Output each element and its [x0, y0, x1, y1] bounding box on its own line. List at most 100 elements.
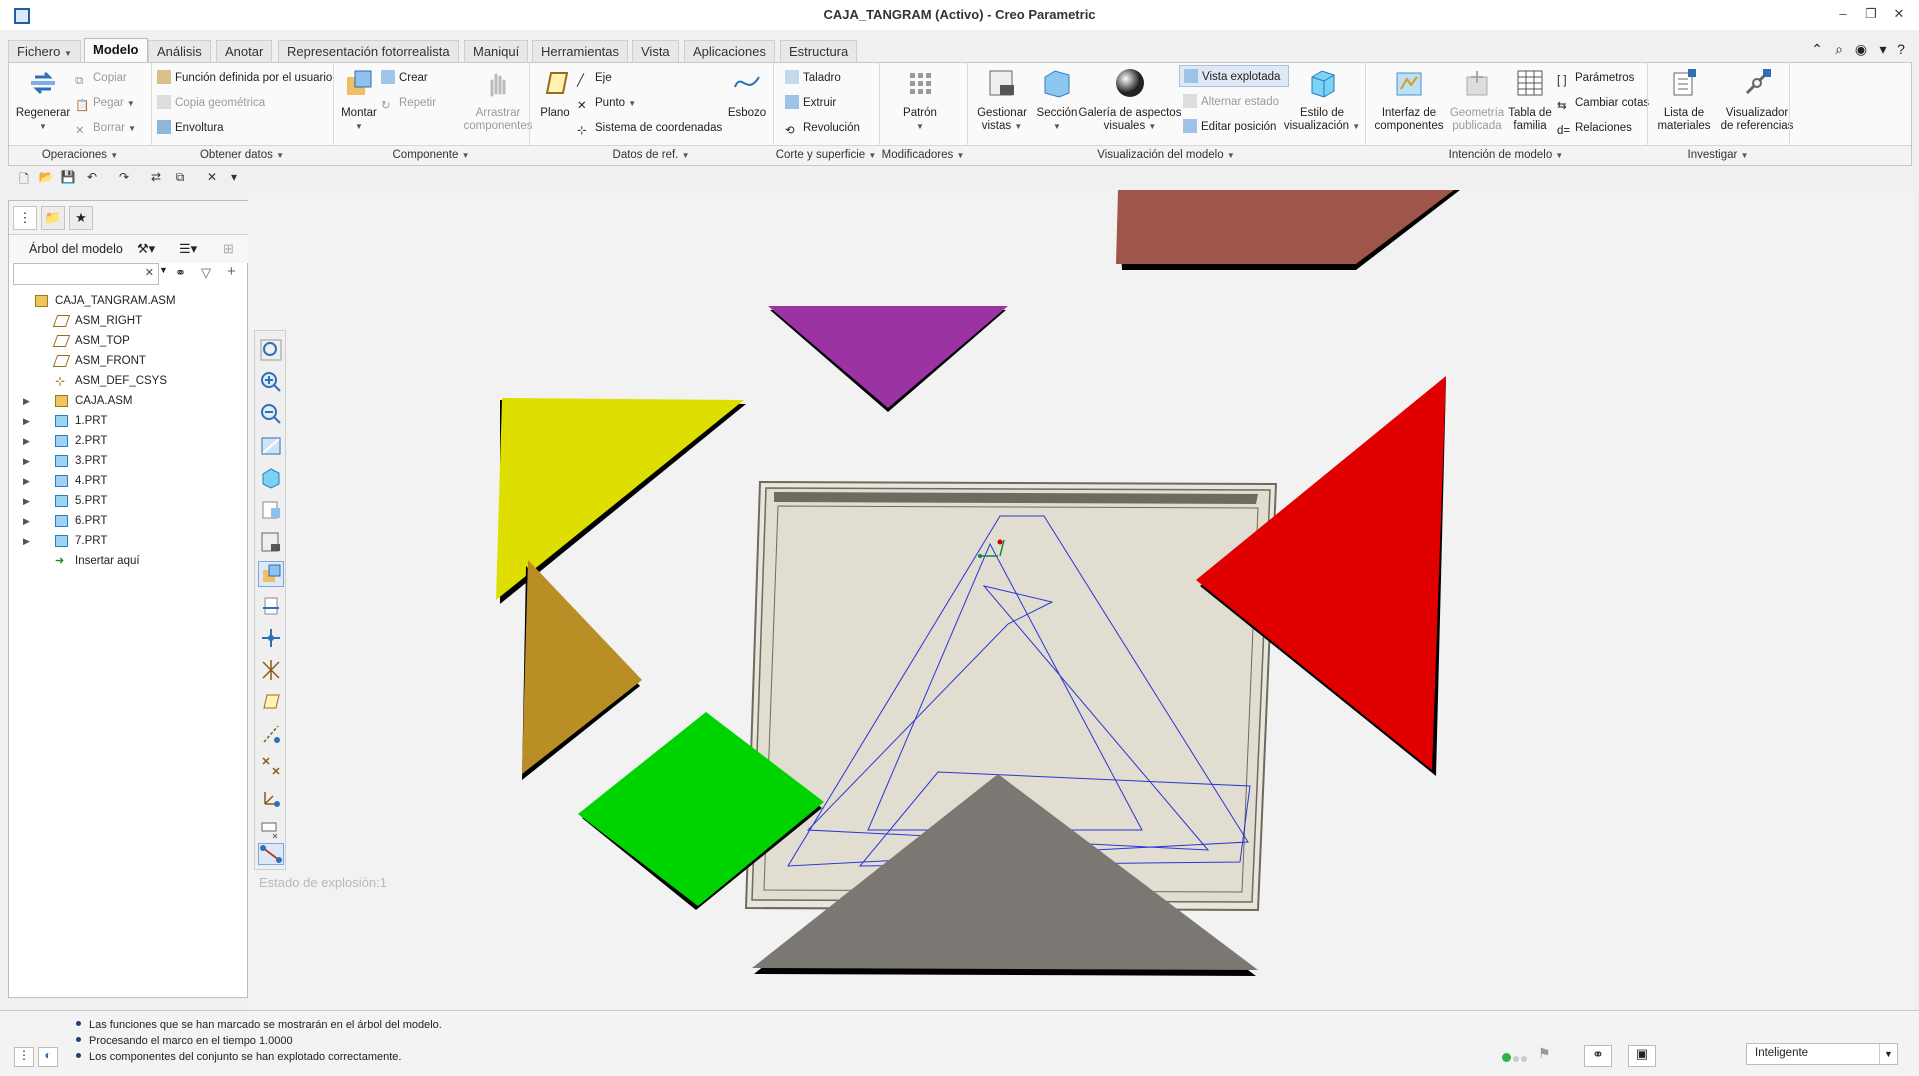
expand-arrow-icon[interactable]: ▶	[23, 391, 30, 411]
search-dropdown-icon[interactable]: ▼	[159, 265, 168, 275]
open-folder-icon[interactable]: 📂	[38, 170, 54, 186]
plano-button[interactable]: Plano	[533, 67, 577, 120]
tree-item[interactable]: CAJA_TANGRAM.ASM	[9, 291, 247, 311]
minimize-icon[interactable]: ‒	[1834, 6, 1852, 24]
tab-estructura[interactable]: Estructura	[780, 40, 858, 62]
borrar-button[interactable]: ✕ Borrar ▼	[75, 119, 136, 137]
tree-filter-icon[interactable]: ⊞	[223, 241, 234, 257]
group-modificadores[interactable]: Modificadores ▼	[879, 149, 967, 161]
expand-arrow-icon[interactable]: ▶	[23, 531, 30, 551]
find-binoculars-icon[interactable]: ⚭	[175, 265, 186, 281]
regenerate-small-icon[interactable]: ⇄	[148, 170, 164, 186]
flag-icon[interactable]: ⚑	[1538, 1045, 1551, 1062]
crear-button[interactable]: Crear	[381, 69, 428, 87]
plane-display-icon[interactable]	[258, 689, 284, 715]
group-operaciones[interactable]: Operaciones ▼	[9, 149, 151, 161]
tree-item[interactable]: ▶ 4.PRT	[9, 471, 247, 491]
csys-display-icon[interactable]	[258, 785, 284, 811]
saved-orientations-icon[interactable]	[258, 497, 284, 523]
pegar-button[interactable]: 📋 Pegar ▼	[75, 94, 135, 112]
relaciones-button[interactable]: d= Relaciones	[1557, 119, 1632, 137]
group-datos-ref[interactable]: Datos de ref. ▼	[529, 149, 773, 161]
show-options-icon[interactable]: ☰▾	[179, 241, 197, 257]
expand-arrow-icon[interactable]: ▶	[23, 511, 30, 531]
parametros-button[interactable]: [ ] Parámetros	[1557, 69, 1634, 87]
lista-materiales-button[interactable]: Lista de materiales	[1649, 67, 1719, 133]
group-visualizacion-modelo[interactable]: Visualización del modelo ▼	[967, 149, 1365, 161]
zoom-out-icon[interactable]	[258, 401, 284, 427]
tree-item[interactable]: ▶ 1.PRT	[9, 411, 247, 431]
add-column-icon[interactable]: +	[227, 263, 236, 280]
extruir-button[interactable]: Extruir	[785, 94, 836, 112]
punto-button[interactable]: ✕ Punto ▼	[577, 94, 636, 112]
filter-icon[interactable]: ▽	[201, 265, 211, 281]
tree-item[interactable]: ▶ 6.PRT	[9, 511, 247, 531]
patron-button[interactable]: Patrón ▼	[889, 67, 951, 133]
windows-icon[interactable]: ⧉	[172, 170, 188, 186]
redo-icon[interactable]: ↷	[116, 170, 132, 186]
dropdown-icon[interactable]: ▾	[1874, 41, 1892, 59]
tab-anotar[interactable]: Anotar	[216, 40, 273, 62]
piece-brown-square[interactable]	[1116, 190, 1460, 270]
tree-item[interactable]: ▶ 2.PRT	[9, 431, 247, 451]
refit-icon[interactable]	[258, 337, 284, 363]
copia-geometrica-button[interactable]: Copia geométrica	[157, 94, 265, 112]
galeria-aspectos-button[interactable]: Galería de aspectos visuales ▼	[1075, 67, 1185, 133]
revolucion-button[interactable]: ⟲ Revolución	[785, 119, 860, 137]
tree-item[interactable]: ▶ CAJA.ASM	[9, 391, 247, 411]
selection-list-icon[interactable]: ▣	[1628, 1045, 1656, 1067]
view-manager-icon[interactable]	[258, 529, 284, 555]
annotation-display-icon[interactable]	[258, 817, 284, 843]
montar-button[interactable]: Montar ▼	[337, 67, 381, 133]
tab-maniqui[interactable]: Maniquí	[464, 40, 529, 62]
spin-center-icon[interactable]	[258, 625, 284, 651]
close-icon[interactable]: ✕	[1890, 6, 1908, 24]
tree-item[interactable]: ▶ 7.PRT	[9, 531, 247, 551]
collapse-ribbon-icon[interactable]: ⌃	[1808, 41, 1826, 59]
gestionar-vistas-button[interactable]: Gestionar vistas ▼	[971, 67, 1033, 133]
restore-icon[interactable]: ❐	[1862, 6, 1880, 24]
tree-item[interactable]: ASM_RIGHT	[9, 311, 247, 331]
group-corte-superficie[interactable]: Corte y superficie ▼	[773, 149, 879, 161]
perspective-view-icon[interactable]	[258, 561, 284, 587]
tree-item[interactable]: ▶ 5.PRT	[9, 491, 247, 511]
axis-display-icon[interactable]	[258, 721, 284, 747]
regenerar-button[interactable]: Regenerar ▼	[15, 67, 71, 133]
tab-analisis[interactable]: Análisis	[148, 40, 211, 62]
vista-explotada-button[interactable]: Vista explotada	[1179, 65, 1289, 87]
alternar-estado-button[interactable]: Alternar estado	[1183, 93, 1279, 111]
udf-button[interactable]: Función definida por el usuario	[157, 69, 332, 87]
customize-qat-icon[interactable]: ▾	[226, 170, 242, 186]
eje-button[interactable]: ╱ Eje	[577, 69, 612, 87]
undo-icon[interactable]: ↶	[84, 170, 100, 186]
tab-representacion[interactable]: Representación fotorrealista	[278, 40, 459, 62]
section-view-icon[interactable]	[258, 593, 284, 619]
seccion-button[interactable]: Sección ▼	[1033, 67, 1081, 133]
expand-arrow-icon[interactable]: ▶	[23, 451, 30, 471]
datum-display-icon[interactable]	[258, 657, 284, 683]
copiar-button[interactable]: ⧉ Copiar	[75, 69, 127, 87]
repetir-button[interactable]: ↻ Repetir	[381, 94, 436, 112]
expand-arrow-icon[interactable]: ▶	[23, 411, 30, 431]
favorites-tab-icon[interactable]: ★	[69, 206, 93, 230]
tab-aplicaciones[interactable]: Aplicaciones	[684, 40, 775, 62]
visualizador-referencias-button[interactable]: Visualizador de referencias	[1717, 67, 1797, 133]
group-componente[interactable]: Componente ▼	[333, 149, 529, 161]
esbozo-button[interactable]: Esbozo	[725, 67, 769, 120]
find-icon[interactable]: ⚭	[1584, 1045, 1612, 1067]
expand-arrow-icon[interactable]: ▶	[23, 491, 30, 511]
settings-tools-icon[interactable]: ⚒▾	[137, 241, 155, 257]
save-icon[interactable]: 💾	[60, 170, 76, 186]
tab-herramientas[interactable]: Herramientas	[532, 40, 629, 62]
geometria-publicada-button[interactable]: Geometría publicada	[1449, 67, 1505, 133]
expand-arrow-icon[interactable]: ▶	[23, 431, 30, 451]
envoltura-button[interactable]: Envoltura	[157, 119, 224, 137]
explode-lines-icon[interactable]	[258, 843, 284, 865]
community-icon[interactable]: ◉	[1852, 41, 1870, 59]
group-investigar[interactable]: Investigar ▼	[1647, 149, 1789, 161]
expand-arrow-icon[interactable]: ▶	[23, 471, 30, 491]
tab-modelo[interactable]: Modelo	[84, 38, 148, 62]
repaint-icon[interactable]	[258, 433, 284, 459]
model-scene[interactable]	[248, 190, 1914, 1010]
tree-item[interactable]: ASM_FRONT	[9, 351, 247, 371]
